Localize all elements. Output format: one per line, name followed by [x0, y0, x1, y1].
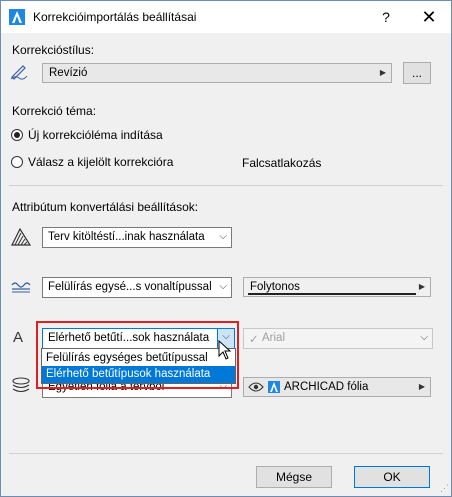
- window-title: Korrekcióimportálás beállításai: [33, 10, 197, 24]
- font-name-select: ✓ Arial ⌵: [243, 328, 433, 349]
- selected-topic-name: Falcsatlakozás: [242, 156, 322, 170]
- layers-icon: [12, 377, 30, 393]
- browse-button[interactable]: ...: [403, 62, 431, 84]
- title-bar: Korrekcióimportálás beállításai ? ✕: [1, 1, 451, 33]
- style-value: Revízió: [49, 67, 88, 79]
- separator: [9, 453, 443, 454]
- fill-select[interactable]: Terv kitöltéstí...inak használata ⌵: [42, 227, 232, 248]
- cancel-button[interactable]: Mégse: [256, 466, 332, 488]
- layer-name-value: ARCHICAD fólia: [284, 381, 369, 393]
- fill-select-value: Terv kitöltéstí...inak használata: [48, 231, 205, 243]
- separator: [9, 185, 443, 186]
- line-type-icon: [11, 282, 31, 293]
- fill-hatch-icon: [11, 228, 31, 246]
- topic-label: Korrekció téma:: [12, 104, 97, 118]
- eye-icon: [248, 382, 264, 392]
- layer-name-select[interactable]: ARCHICAD fólia ▶: [243, 377, 431, 397]
- line-select[interactable]: Felülírás egysé...s vonaltípussal ⌵: [42, 277, 232, 298]
- chevron-down-icon: ⌵: [219, 281, 227, 292]
- triangle-right-icon: ▶: [418, 282, 425, 291]
- ok-button[interactable]: OK: [354, 466, 430, 488]
- close-button[interactable]: ✕: [407, 1, 451, 33]
- line-select-value: Felülírás egysé...s vonaltípussal: [48, 281, 212, 293]
- chevron-down-icon: ⌵: [420, 332, 428, 343]
- font-name-value: Arial: [262, 332, 286, 344]
- pen-icon: [10, 65, 28, 80]
- triangle-right-icon: ▶: [379, 68, 386, 77]
- archicad-layer-icon: [268, 381, 280, 393]
- attr-label: Attribútum konvertálási beállítások:: [12, 200, 199, 214]
- mouse-cursor-icon: [218, 340, 232, 360]
- style-select[interactable]: Revízió ▶: [42, 63, 392, 83]
- dialog-window: Korrekcióimportálás beállításai ? ✕ Korr…: [0, 0, 452, 497]
- font-a-icon: A: [13, 329, 24, 346]
- highlight-box: [36, 321, 239, 389]
- radio-reply-topic[interactable]: [11, 156, 23, 168]
- archicad-logo-icon: [9, 9, 25, 25]
- triangle-right-icon: ▶: [418, 382, 425, 391]
- help-button[interactable]: ?: [363, 1, 409, 33]
- linetype-select[interactable]: Folytonos ▶: [243, 277, 431, 297]
- style-label: Korrekcióstílus:: [12, 43, 95, 57]
- chevron-down-icon: ⌵: [219, 231, 227, 242]
- radio-new-topic-label: Új korrekcióléma indítása: [28, 128, 163, 142]
- linetype-value: Folytonos: [250, 281, 300, 293]
- resize-grip-icon[interactable]: ⋰: [440, 483, 449, 494]
- radio-new-topic[interactable]: [11, 129, 23, 141]
- radio-reply-topic-label: Válasz a kijelölt korrekcióra: [28, 155, 174, 169]
- check-icon: ✓: [249, 334, 259, 346]
- solid-line-preview: [248, 293, 416, 295]
